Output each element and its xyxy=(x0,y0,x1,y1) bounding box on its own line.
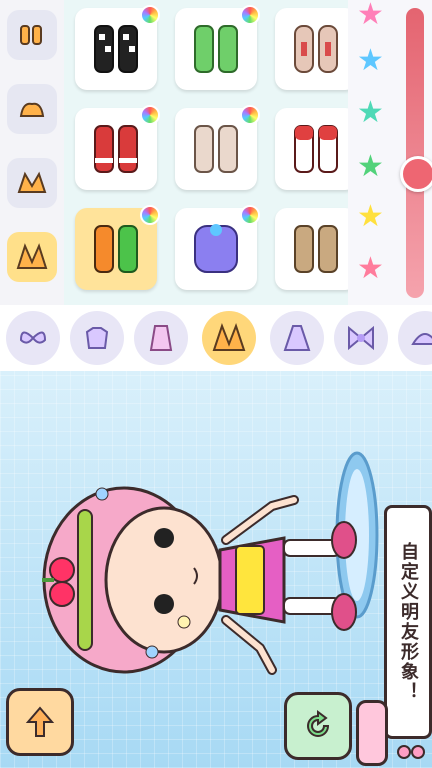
subcategory-rail xyxy=(0,0,64,305)
color-option-badge xyxy=(140,105,160,125)
color-slider[interactable] xyxy=(406,8,424,298)
sneaker-tab[interactable] xyxy=(7,158,57,208)
bow-icon xyxy=(348,325,374,351)
category-dress[interactable] xyxy=(134,311,188,365)
refresh-button[interactable] xyxy=(284,692,352,760)
color-option-badge xyxy=(240,205,260,225)
character[interactable] xyxy=(14,480,374,680)
category-bow[interactable] xyxy=(334,311,388,365)
item-beige-sneaker[interactable] xyxy=(175,105,260,190)
item-red-striped-shoe[interactable] xyxy=(75,105,160,190)
back-arrow-icon xyxy=(25,706,55,737)
tan-boot-icon xyxy=(294,225,338,273)
color-star-pink[interactable]: ★ xyxy=(357,0,384,30)
color-option-badge xyxy=(240,105,260,125)
top-icon xyxy=(85,327,109,349)
back-button[interactable] xyxy=(6,688,74,756)
red-white-shoe-icon xyxy=(294,125,338,173)
gown-icon xyxy=(283,325,311,351)
item-red-white-shoe[interactable] xyxy=(275,108,357,190)
category-gown[interactable] xyxy=(270,311,324,365)
socks-tab[interactable] xyxy=(7,10,57,60)
hint-banner-text: 自定义明友形象！ xyxy=(398,542,419,702)
boxing-shoe-icon xyxy=(294,25,338,73)
color-star-teal[interactable]: ★ xyxy=(357,98,384,128)
checkered-shoe-icon xyxy=(94,25,138,73)
item-checkered-shoe[interactable] xyxy=(75,5,160,90)
low-shoe-tab[interactable] xyxy=(7,84,57,134)
color-star-red[interactable]: ★ xyxy=(357,254,384,284)
beige-sneaker-icon xyxy=(194,125,238,173)
category-top[interactable] xyxy=(70,311,124,365)
purple-boot-icon xyxy=(194,224,238,273)
low-shoe-icon xyxy=(19,102,45,117)
green-shoe-icon xyxy=(194,25,238,73)
item-orange-green-shoe[interactable] xyxy=(75,205,160,290)
orange-green-shoe-icon xyxy=(94,225,138,273)
high-shoe-tab[interactable] xyxy=(7,232,57,282)
color-option-badge xyxy=(140,5,160,25)
color-option-badge xyxy=(140,205,160,225)
item-tan-boot[interactable] xyxy=(275,208,357,290)
category-shoes[interactable] xyxy=(202,311,256,365)
red-striped-shoe-icon xyxy=(94,125,138,173)
color-option-badge xyxy=(240,5,260,25)
color-slider-knob[interactable] xyxy=(400,156,432,192)
item-green-shoe[interactable] xyxy=(175,5,260,90)
high-shoe-icon xyxy=(16,243,48,269)
category-wings[interactable] xyxy=(6,311,60,365)
color-star-green[interactable]: ★ xyxy=(357,152,384,182)
wings-icon xyxy=(19,331,47,344)
banner-pins xyxy=(397,745,425,759)
color-star-yellow[interactable]: ★ xyxy=(357,202,384,232)
item-purple-boot[interactable] xyxy=(175,205,260,290)
shoes-icon xyxy=(212,323,246,351)
sneaker-icon xyxy=(17,171,47,193)
extra-button[interactable] xyxy=(356,700,388,766)
hint-banner: 自定义明友形象！ xyxy=(384,505,432,739)
dress-icon xyxy=(149,325,173,351)
socks-icon xyxy=(20,25,42,45)
item-boxing-shoe[interactable] xyxy=(275,8,357,90)
refresh-icon xyxy=(307,710,330,737)
color-star-blue[interactable]: ★ xyxy=(357,46,384,76)
hat-icon xyxy=(411,333,432,345)
